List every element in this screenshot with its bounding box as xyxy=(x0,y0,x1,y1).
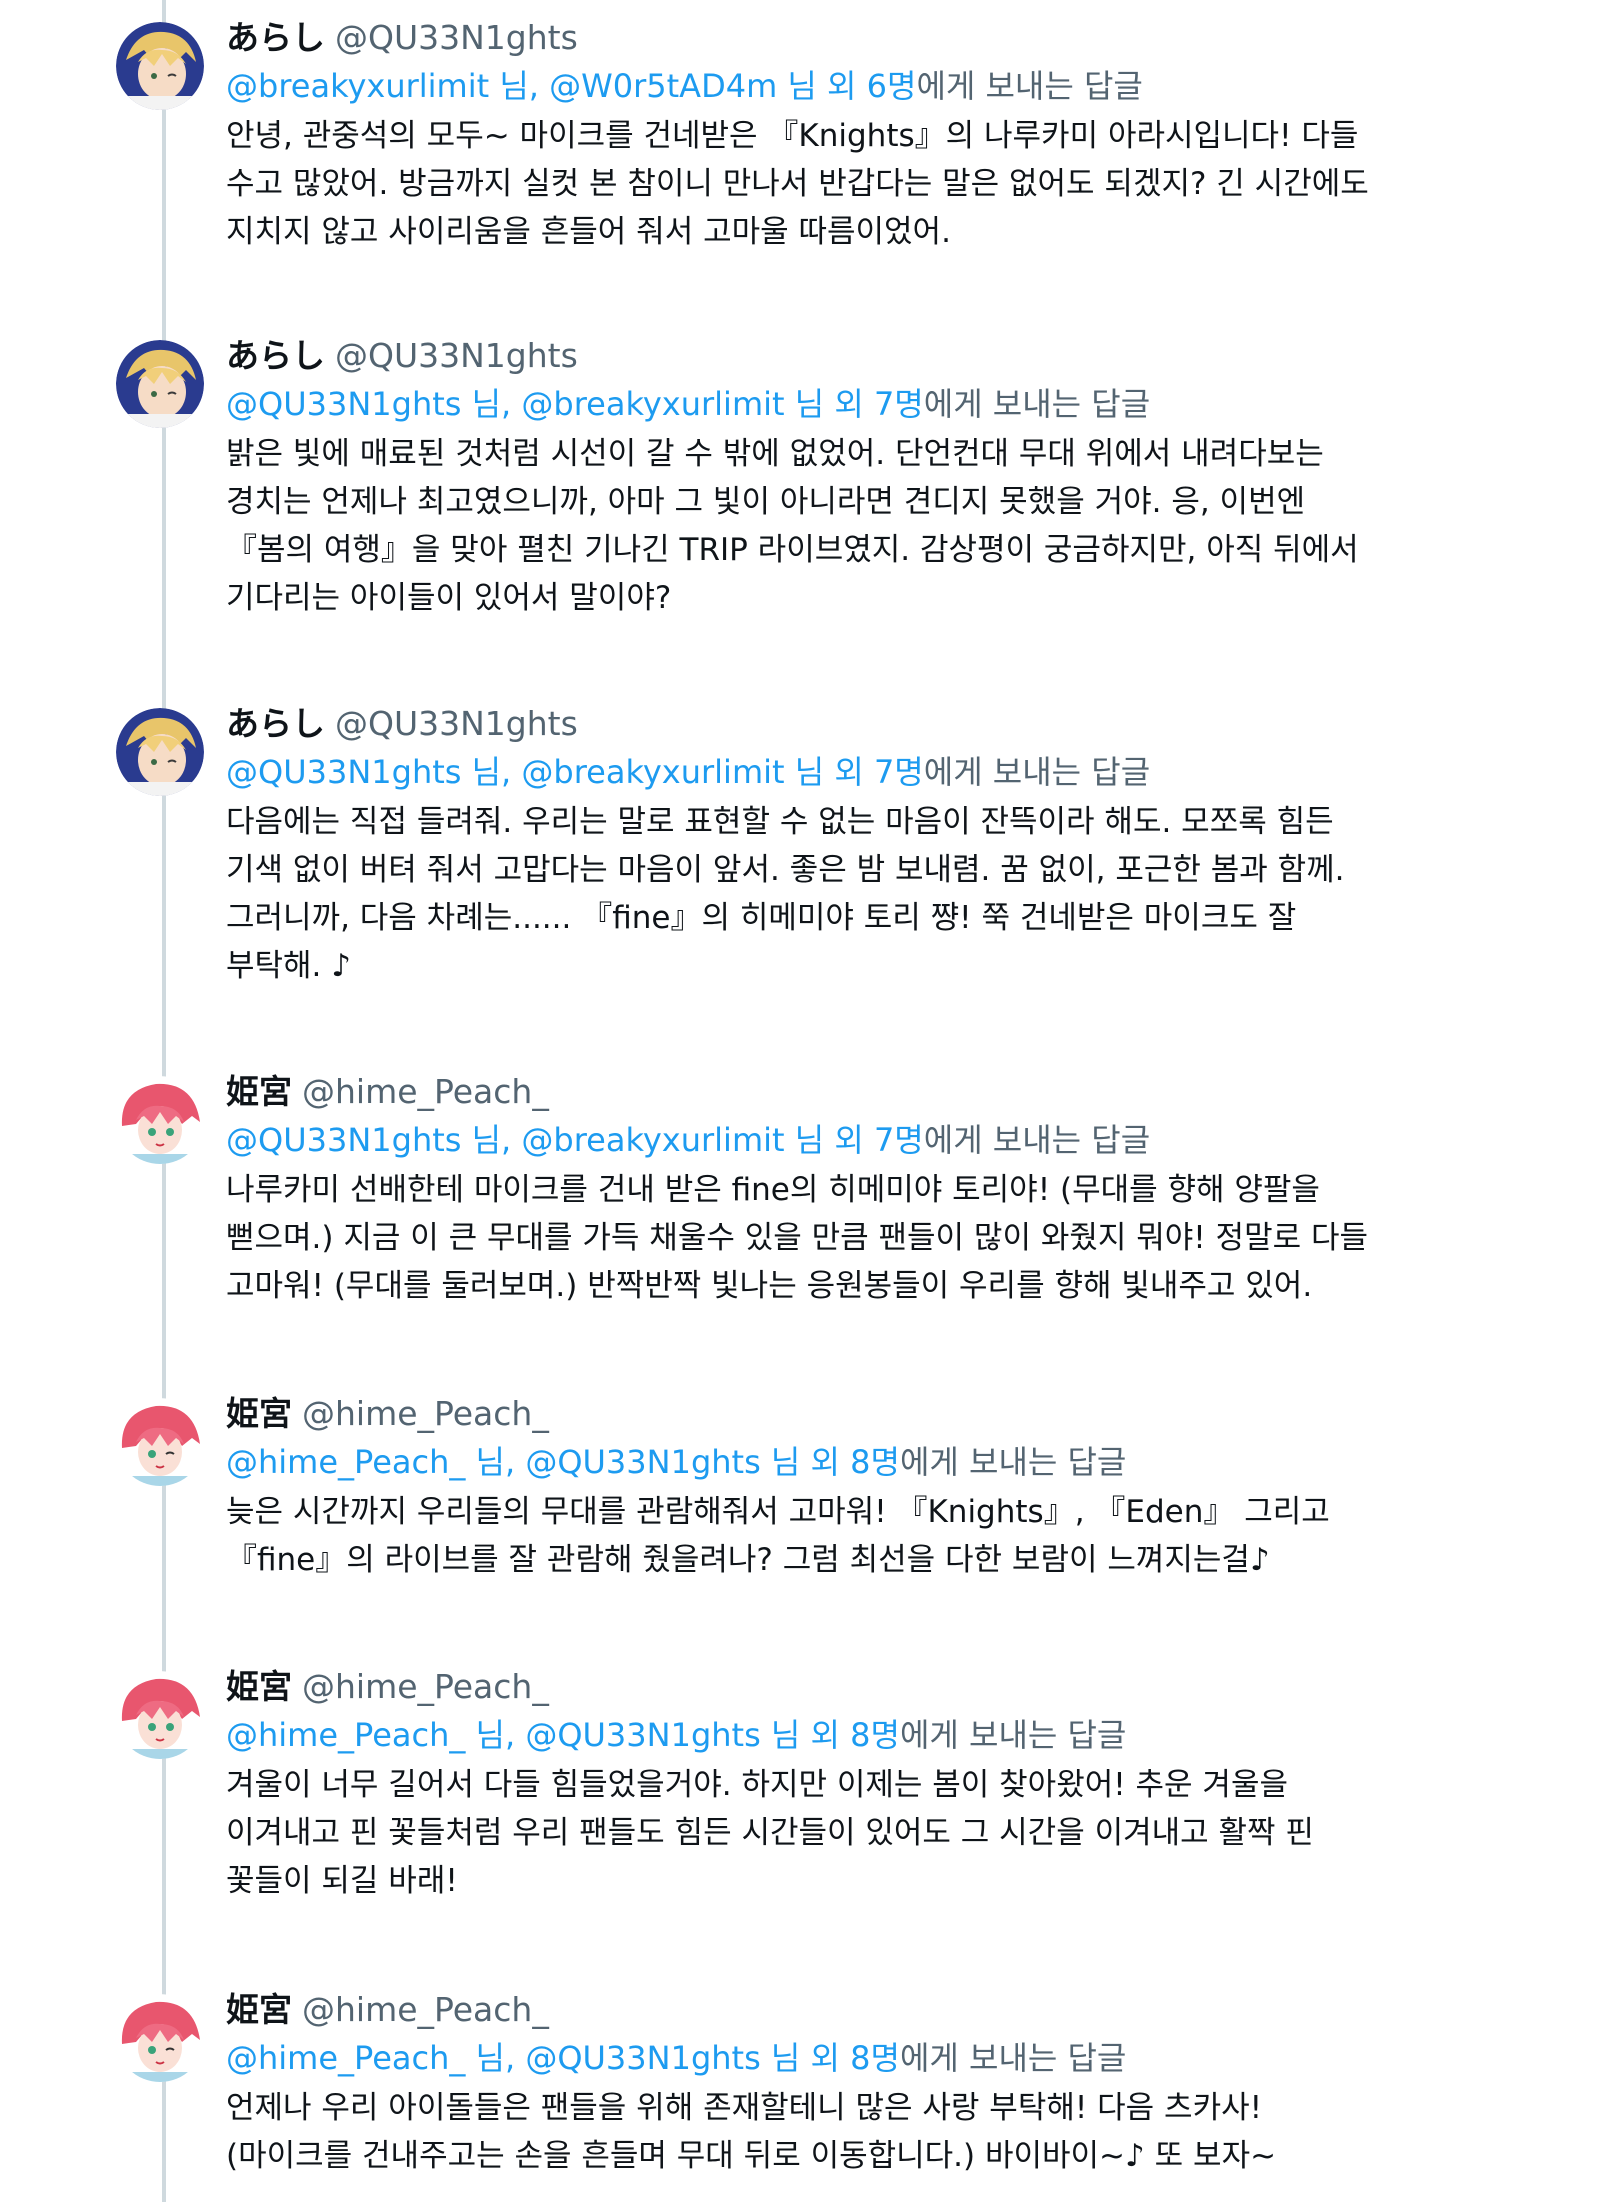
tweet-text: 안녕, 관중석의 모두~ 마이크를 건네받은 『Knights』의 나루카미 아… xyxy=(226,118,1369,250)
reply-to-line: @QU33N1ghts 님, @breakyxurlimit 님 외 7명에게 … xyxy=(226,380,1486,428)
user-handle[interactable]: @hime_Peach_ xyxy=(302,1667,549,1706)
tweet-header: 姫宮 @hime_Peach_ xyxy=(226,1663,1486,1711)
reply-to-line: @QU33N1ghts 님, @breakyxurlimit 님 외 7명에게 … xyxy=(226,1116,1486,1164)
tweet-text: 늦은 시간까지 우리들의 무대를 관람해줘서 고마워! 『Knights』, 『… xyxy=(226,1494,1330,1578)
tweet-text: 나루카미 선배한테 마이크를 건내 받은 fine의 히메미야 토리야! (무대… xyxy=(226,1172,1369,1304)
tweet-header: あらし @QU33N1ghts xyxy=(226,332,1486,380)
tweet-header: 姫宮 @hime_Peach_ xyxy=(226,1068,1486,1116)
reply-mentions-link[interactable]: @hime_Peach_ 님, @QU33N1ghts 님 외 8명 xyxy=(226,1716,900,1754)
display-name[interactable]: 姫宮 xyxy=(226,1394,292,1433)
hime-avatar[interactable] xyxy=(116,1671,204,1759)
user-handle[interactable]: @hime_Peach_ xyxy=(302,1394,549,1433)
reply-label: 에게 보내는 답글 xyxy=(923,1121,1151,1159)
reply-to-line: @breakyxurlimit 님, @W0r5tAD4m 님 외 6명에게 보… xyxy=(226,62,1486,110)
reply-label: 에게 보내는 답글 xyxy=(916,67,1143,105)
display-name[interactable]: あらし xyxy=(226,704,325,743)
hime-avatar[interactable] xyxy=(116,1398,204,1486)
reply-label: 에게 보내는 답글 xyxy=(899,2039,1127,2077)
tweet-header: 姫宮 @hime_Peach_ xyxy=(226,1390,1486,1438)
arashi-avatar[interactable] xyxy=(116,708,204,796)
display-name[interactable]: 姫宮 xyxy=(226,1990,292,2029)
tweet-header: あらし @QU33N1ghts xyxy=(226,700,1486,748)
tweet-text: 언제나 우리 아이돌들은 팬들을 위해 존재할테니 많은 사랑 부탁해! 다음 … xyxy=(226,2090,1277,2174)
reply-mentions-link[interactable]: @QU33N1ghts 님, @breakyxurlimit 님 외 7명 xyxy=(226,385,924,423)
reply-to-line: @hime_Peach_ 님, @QU33N1ghts 님 외 8명에게 보내는… xyxy=(226,2034,1486,2082)
tweet-content: あらし @QU33N1ghts @breakyxurlimit 님, @W0r5t… xyxy=(226,14,1486,256)
tweet-text: 밝은 빛에 매료된 것처럼 시선이 갈 수 밖에 없었어. 단언컨대 무대 위에… xyxy=(226,436,1359,616)
reply-to-line: @QU33N1ghts 님, @breakyxurlimit 님 외 7명에게 … xyxy=(226,748,1486,796)
tweet-content: 姫宮 @hime_Peach_ @hime_Peach_ 님, @QU33N1gh… xyxy=(226,1663,1486,1905)
reply-mentions-link[interactable]: @breakyxurlimit 님, @W0r5tAD4m 님 외 6명 xyxy=(226,67,916,105)
reply-mentions-link[interactable]: @hime_Peach_ 님, @QU33N1ghts 님 외 8명 xyxy=(226,2039,900,2077)
tweet-content: あらし @QU33N1ghts @QU33N1ghts 님, @breakyxur… xyxy=(226,700,1486,990)
display-name[interactable]: あらし xyxy=(226,18,325,57)
display-name[interactable]: 姫宮 xyxy=(226,1667,292,1706)
reply-label: 에게 보내는 답글 xyxy=(923,753,1151,791)
reply-mentions-link[interactable]: @QU33N1ghts 님, @breakyxurlimit 님 외 7명 xyxy=(226,1121,924,1159)
user-handle[interactable]: @hime_Peach_ xyxy=(302,1072,549,1111)
reply-mentions-link[interactable]: @hime_Peach_ 님, @QU33N1ghts 님 외 8명 xyxy=(226,1443,900,1481)
tweet-text: 겨울이 너무 길어서 다들 힘들었을거야. 하지만 이제는 봄이 찾아왔어! 추… xyxy=(226,1767,1314,1899)
reply-label: 에게 보내는 답글 xyxy=(899,1716,1127,1754)
display-name[interactable]: あらし xyxy=(226,336,325,375)
hime-avatar[interactable] xyxy=(116,1076,204,1164)
tweet-text: 다음에는 직접 들려줘. 우리는 말로 표현할 수 없는 마음이 잔뜩이라 해도… xyxy=(226,804,1345,984)
reply-mentions-link[interactable]: @QU33N1ghts 님, @breakyxurlimit 님 외 7명 xyxy=(226,753,924,791)
user-handle[interactable]: @QU33N1ghts xyxy=(335,336,578,375)
reply-to-line: @hime_Peach_ 님, @QU33N1ghts 님 외 8명에게 보내는… xyxy=(226,1711,1486,1759)
user-handle[interactable]: @hime_Peach_ xyxy=(302,1990,549,2029)
tweet-header: あらし @QU33N1ghts xyxy=(226,14,1486,62)
reply-label: 에게 보내는 답글 xyxy=(923,385,1151,423)
tweet-content: 姫宮 @hime_Peach_ @QU33N1ghts 님, @breakyxur… xyxy=(226,1068,1486,1310)
reply-label: 에게 보내는 답글 xyxy=(899,1443,1127,1481)
user-handle[interactable]: @QU33N1ghts xyxy=(335,18,578,57)
user-handle[interactable]: @QU33N1ghts xyxy=(335,704,578,743)
tweet-header: 姫宮 @hime_Peach_ xyxy=(226,1986,1486,2034)
reply-to-line: @hime_Peach_ 님, @QU33N1ghts 님 외 8명에게 보내는… xyxy=(226,1438,1486,1486)
tweet-content: 姫宮 @hime_Peach_ @hime_Peach_ 님, @QU33N1gh… xyxy=(226,1390,1486,1584)
arashi-avatar[interactable] xyxy=(116,340,204,428)
display-name[interactable]: 姫宮 xyxy=(226,1072,292,1111)
tweet-content: あらし @QU33N1ghts @QU33N1ghts 님, @breakyxur… xyxy=(226,332,1486,622)
tweet-content: 姫宮 @hime_Peach_ @hime_Peach_ 님, @QU33N1gh… xyxy=(226,1986,1486,2180)
hime-avatar[interactable] xyxy=(116,1994,204,2082)
arashi-avatar[interactable] xyxy=(116,22,204,110)
